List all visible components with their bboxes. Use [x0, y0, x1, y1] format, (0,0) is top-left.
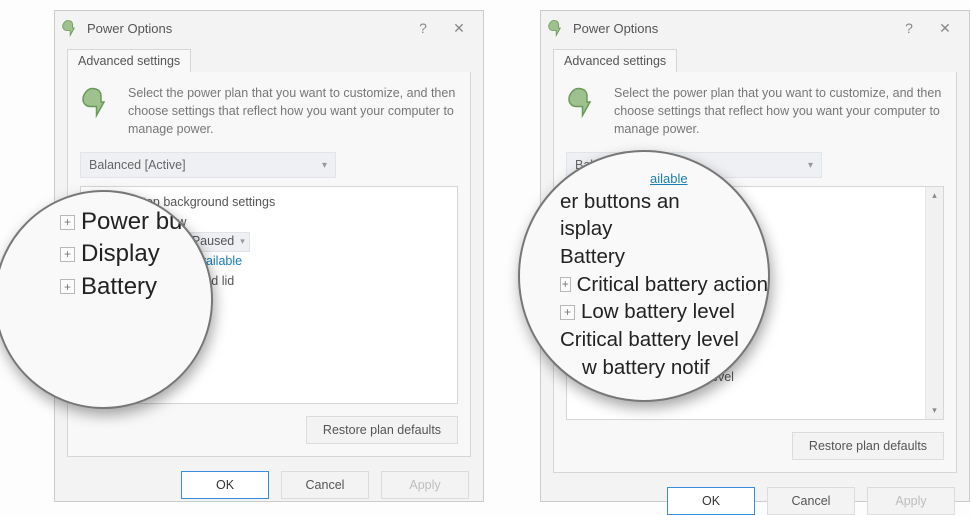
tab-advanced-settings[interactable]: Advanced settings	[67, 49, 191, 72]
help-button[interactable]: ?	[405, 14, 441, 42]
restore-defaults-button[interactable]: Restore plan defaults	[306, 416, 458, 444]
help-button[interactable]: ?	[891, 14, 927, 42]
cancel-button[interactable]: Cancel	[281, 471, 369, 499]
chevron-down-icon: ▾	[240, 235, 245, 249]
power-plan-icon	[80, 84, 116, 138]
expand-icon: +	[560, 305, 575, 320]
expand-icon: +	[60, 279, 75, 294]
magnifier-left: +Power but +Display +Battery	[0, 190, 213, 409]
expand-icon: +	[560, 277, 571, 292]
intro-text: Select the power plan that you want to c…	[128, 84, 458, 138]
apply-button: Apply	[867, 487, 955, 515]
intro-text: Select the power plan that you want to c…	[614, 84, 944, 138]
titlebar[interactable]: Power Options ? ✕	[55, 11, 483, 45]
power-options-icon	[547, 18, 567, 38]
dialog-title: Power Options	[87, 21, 172, 36]
ok-button[interactable]: OK	[181, 471, 269, 499]
close-button[interactable]: ✕	[441, 14, 477, 42]
apply-button: Apply	[381, 471, 469, 499]
chevron-down-icon: ▾	[808, 160, 813, 171]
power-plan-icon	[566, 84, 602, 138]
tree-scrollbar[interactable]: ▴ ▾	[925, 187, 943, 419]
dialog-title: Power Options	[573, 21, 658, 36]
restore-defaults-button[interactable]: Restore plan defaults	[792, 432, 944, 460]
plugged-in-value: ailable	[650, 170, 688, 188]
cancel-button[interactable]: Cancel	[767, 487, 855, 515]
plan-selected: Balanced [Active]	[89, 158, 186, 172]
magnifier-right: ailable er buttons an isplay Battery +Cr…	[518, 150, 770, 402]
titlebar[interactable]: Power Options ? ✕	[541, 11, 969, 45]
plan-selector[interactable]: Balanced [Active] ▾	[80, 152, 336, 178]
expand-icon: +	[60, 215, 75, 230]
scroll-down-icon[interactable]: ▾	[926, 402, 943, 419]
close-button[interactable]: ✕	[927, 14, 963, 42]
chevron-down-icon: ▾	[322, 160, 327, 171]
tab-advanced-settings[interactable]: Advanced settings	[553, 49, 677, 72]
scroll-up-icon[interactable]: ▴	[926, 187, 943, 204]
ok-button[interactable]: OK	[667, 487, 755, 515]
power-options-icon	[61, 18, 81, 38]
expand-icon: +	[60, 247, 75, 262]
